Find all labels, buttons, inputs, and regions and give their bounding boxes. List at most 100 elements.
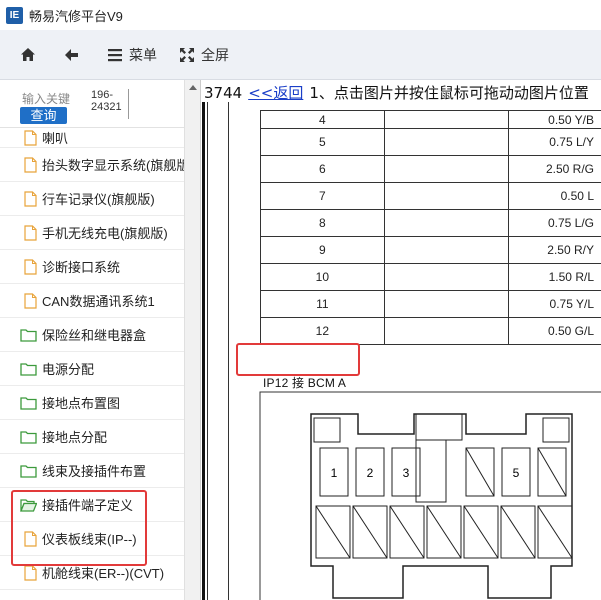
- fullscreen-button[interactable]: 全屏: [179, 45, 229, 65]
- empty-cell: [383, 182, 509, 210]
- fullscreen-icon: [180, 47, 194, 62]
- tree-item-label: 接地点布置图: [42, 396, 121, 411]
- tree-item-label: 喇叭: [42, 131, 69, 146]
- pin-number-cell: 11: [260, 290, 385, 318]
- empty-pin-mark: [389, 505, 425, 559]
- vin-line-2: 24321: [91, 101, 122, 113]
- home-icon: [21, 48, 35, 61]
- app-logo-icon: IE: [6, 6, 23, 24]
- scroll-up-icon[interactable]: [189, 85, 197, 90]
- back-link[interactable]: <<返回: [248, 84, 303, 102]
- document-icon: [24, 156, 37, 173]
- highlight-box-tree: [11, 490, 147, 566]
- highlight-box-connector: [236, 343, 360, 376]
- fullscreen-label: 全屏: [201, 46, 229, 63]
- wire-spec-cell: 2.50 R/G: [507, 155, 601, 183]
- tree-folder[interactable]: 电源分配: [0, 352, 184, 386]
- tree-doc-item[interactable]: 诊断接口系统: [0, 250, 184, 284]
- tree-folder[interactable]: 线束及接插件布置: [0, 454, 184, 488]
- pin-number-cell: 8: [260, 209, 385, 237]
- doc-id: 3744: [204, 84, 243, 102]
- menu-label: 菜单: [129, 46, 157, 63]
- connector-diagram: 1 2 3 5: [259, 391, 601, 600]
- folder-icon: [20, 464, 37, 478]
- pin-label: 1: [331, 466, 338, 480]
- pin-number-cell: 6: [260, 155, 385, 183]
- empty-pin-mark: [500, 505, 536, 559]
- pin-number-cell: 4: [260, 110, 385, 129]
- wire-spec-cell: 0.50 L: [507, 182, 601, 210]
- tree-item-label: 诊断接口系统: [42, 260, 121, 275]
- menu-button[interactable]: 菜单: [107, 45, 157, 65]
- empty-cell: [383, 263, 509, 291]
- margin-line: [228, 102, 229, 600]
- empty-cell: [383, 317, 509, 345]
- vin-field[interactable]: 196- 24321: [83, 89, 129, 119]
- search-area: 输入关键 查询 196- 24321: [0, 80, 200, 128]
- latch-right: [542, 417, 570, 443]
- tree-doc-item[interactable]: 抬头数字显示系统(旗舰版): [0, 148, 184, 182]
- table-row: 11 0.75 Y/L: [260, 290, 601, 318]
- empty-cell: [383, 209, 509, 237]
- wire-spec-cell: 0.50 G/L: [507, 317, 601, 345]
- tree-doc-item[interactable]: 手机无线充电(旗舰版): [0, 216, 184, 250]
- instruction-text: 1、点击图片并按住鼠标可拖动动图片位置: [309, 84, 589, 102]
- tree-doc-item[interactable]: 行车记录仪(旗舰版): [0, 182, 184, 216]
- empty-cell: [383, 236, 509, 264]
- document-icon: [24, 258, 37, 275]
- pin-row-bottom: [315, 505, 573, 559]
- latch-top: [415, 413, 463, 441]
- window-title: 畅易汽修平台V9: [29, 8, 123, 24]
- empty-cell: [383, 155, 509, 183]
- back-arrow-icon: [65, 48, 78, 61]
- empty-pin-mark: [315, 505, 351, 559]
- folder-icon: [20, 328, 37, 342]
- wire-spec-cell: 0.75 Y/L: [507, 290, 601, 318]
- pin-label: 5: [513, 466, 520, 480]
- empty-cell: [383, 128, 509, 156]
- search-input[interactable]: 输入关键: [22, 90, 70, 107]
- table-row: 6 2.50 R/G: [260, 155, 601, 183]
- folder-icon: [20, 430, 37, 444]
- vin-line-1: 196-: [91, 89, 114, 101]
- document-icon: [24, 564, 37, 581]
- folder-icon: [20, 362, 37, 376]
- tree-item-label: 电源分配: [42, 362, 95, 377]
- tree-item-label: 线束及接插件布置: [42, 464, 147, 479]
- pin-number-cell: 7: [260, 182, 385, 210]
- back-button[interactable]: [64, 48, 85, 62]
- wire-spec-cell: 1.50 R/L: [507, 263, 601, 291]
- wire-spec-cell: 0.75 L/G: [507, 209, 601, 237]
- wire-spec-cell: 2.50 R/Y: [507, 236, 601, 264]
- tree-item-label: 保险丝和继电器盒: [42, 328, 147, 343]
- tree-item-label: 接地点分配: [42, 430, 108, 445]
- window-titlebar: IE 畅易汽修平台V9: [0, 0, 601, 30]
- tree-folder[interactable]: 接地点分配: [0, 420, 184, 454]
- hamburger-icon: [108, 48, 122, 61]
- folder-icon: [20, 396, 37, 410]
- wire-spec-cell: 0.50 Y/B: [507, 110, 601, 129]
- document-icon: [24, 190, 37, 207]
- table-row: 7 0.50 L: [260, 182, 601, 210]
- tree-item-label: 抬头数字显示系统(旗舰版): [42, 158, 184, 173]
- tree-folder[interactable]: 接地点布置图: [0, 386, 184, 420]
- table-row: 9 2.50 R/Y: [260, 236, 601, 264]
- pin-label: 2: [367, 466, 374, 480]
- search-button[interactable]: 查询: [20, 107, 67, 124]
- table-row: 12 0.50 G/L: [260, 317, 601, 345]
- connector-title: IP12 接 BCM A: [263, 376, 347, 390]
- doc-header: 3744 <<返回 1、点击图片并按住鼠标可拖动动图片位置: [204, 82, 601, 102]
- pin-number-cell: 10: [260, 263, 385, 291]
- tree-doc-item[interactable]: CAN数据通讯系统1: [0, 284, 184, 318]
- wire-spec-cell: 0.75 L/Y: [507, 128, 601, 156]
- sidebar-scrollbar[interactable]: [184, 80, 200, 600]
- tree-doc-item[interactable]: 喇叭: [0, 128, 184, 148]
- document-icon: [24, 292, 37, 309]
- home-button[interactable]: [20, 47, 42, 62]
- empty-pin-mark: [426, 505, 462, 559]
- empty-pin-mark: [463, 505, 499, 559]
- tree-folder[interactable]: 保险丝和继电器盒: [0, 318, 184, 352]
- document-icon: [24, 224, 37, 241]
- pin-number-cell: 5: [260, 128, 385, 156]
- table-row: 10 1.50 R/L: [260, 263, 601, 291]
